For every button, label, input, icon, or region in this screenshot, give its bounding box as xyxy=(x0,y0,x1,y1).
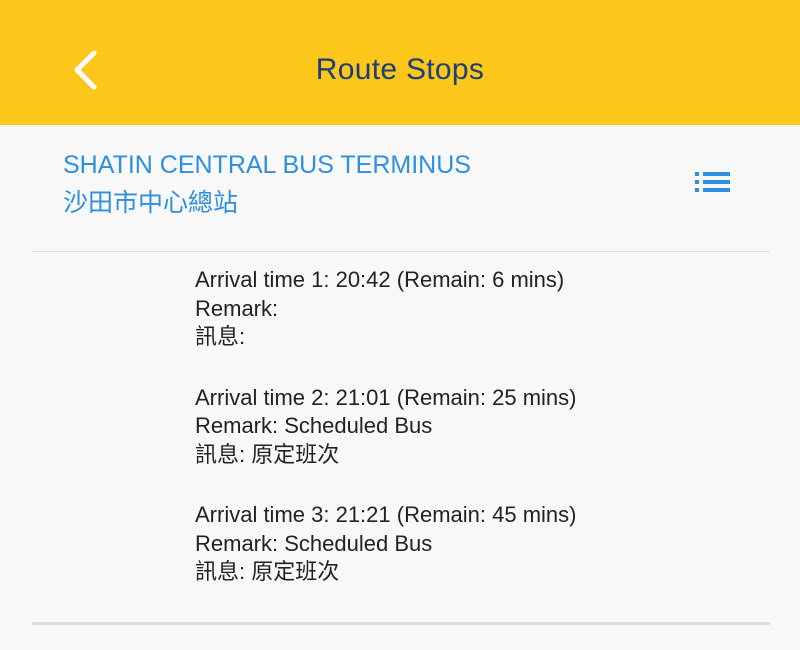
list-icon-graphic xyxy=(695,172,730,192)
stop-row[interactable]: SHATIN CENTRAL BUS TERMINUS 沙田市中心總站 xyxy=(32,125,770,252)
arrival-item: Arrival time 2: 21:01 (Remain: 25 mins) … xyxy=(195,384,755,470)
arrival-remark: Remark: Scheduled Bus xyxy=(195,413,433,438)
arrival-time: Arrival time 1: 20:42 (Remain: 6 mins) xyxy=(195,267,565,292)
divider xyxy=(32,622,770,625)
arrival-remark: Remark: xyxy=(195,295,279,321)
arrival-remark: Remark: Scheduled Bus xyxy=(195,530,433,556)
arrival-time: Arrival time 2: 21:01 (Remain: 25 mins) xyxy=(195,384,577,410)
arrival-list: Arrival time 1: 20:42 (Remain: 6 mins) R… xyxy=(195,266,755,619)
page-title: Route Stops xyxy=(315,53,485,86)
arrival-info: 訊息: 原定班次 xyxy=(195,559,340,584)
arrival-info: 訊息: xyxy=(195,324,246,349)
stop-name-chinese: 沙田市中心總站 xyxy=(63,189,239,217)
stop-name-english: SHATIN CENTRAL BUS TERMINUS xyxy=(63,151,471,179)
arrival-item: Arrival time 1: 20:42 (Remain: 6 mins) R… xyxy=(195,266,755,352)
arrival-info: 訊息: 原定班次 xyxy=(195,441,340,467)
arrival-time: Arrival time 3: 21:21 (Remain: 45 mins) xyxy=(195,502,577,527)
app-header: Route Stops xyxy=(0,0,800,125)
list-icon[interactable] xyxy=(692,165,740,205)
arrival-item: Arrival time 3: 21:21 (Remain: 45 mins) … xyxy=(195,501,755,587)
